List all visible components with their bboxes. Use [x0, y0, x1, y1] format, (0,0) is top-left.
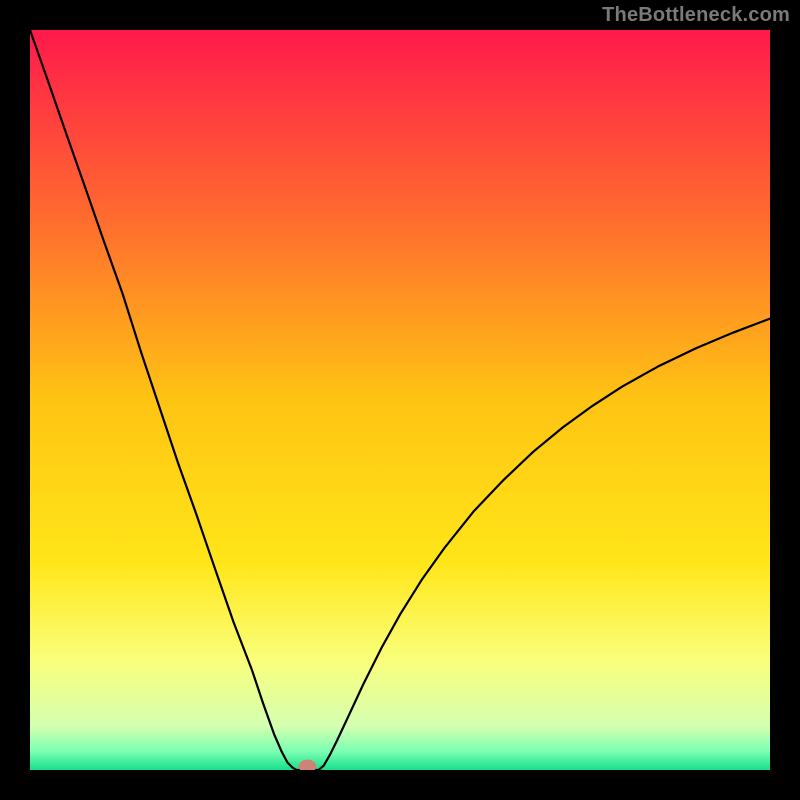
watermark-label: TheBottleneck.com — [602, 4, 790, 27]
chart-plot-area — [30, 30, 770, 770]
chart-background — [30, 30, 770, 770]
chart-svg — [30, 30, 770, 770]
chart-frame: TheBottleneck.com — [0, 0, 800, 800]
